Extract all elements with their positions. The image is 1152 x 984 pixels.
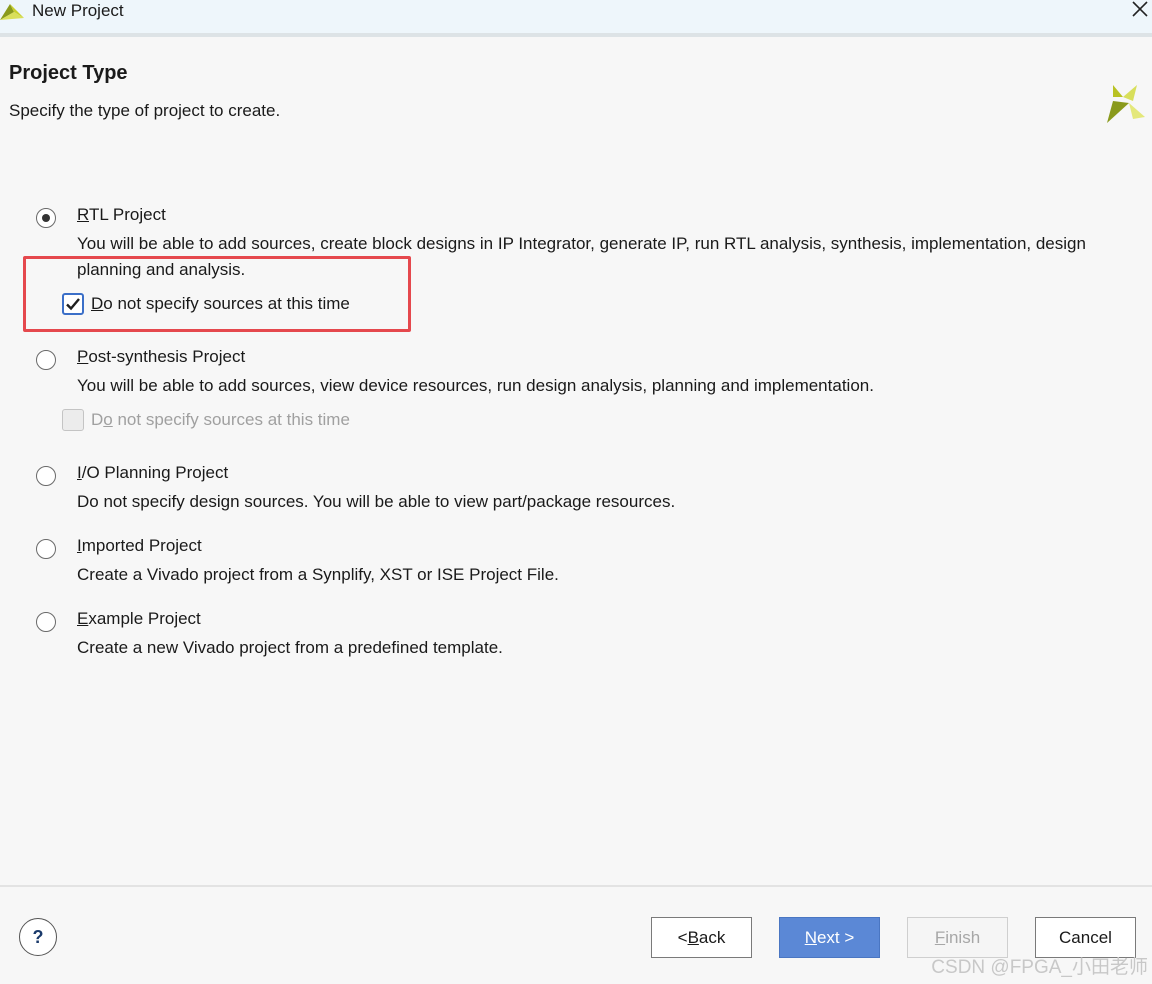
radio-example-project[interactable]: [36, 612, 56, 632]
page-subtitle: Specify the type of project to create.: [9, 101, 281, 120]
option-label-rtl-project: RTL Project: [77, 205, 166, 224]
next-button[interactable]: Next >: [779, 917, 880, 958]
option-description-post-synthesis: You will be able to add sources, view de…: [77, 376, 874, 395]
help-icon: ?: [32, 926, 44, 947]
option-description-rtl-project: You will be able to add sources, create …: [77, 234, 1086, 279]
page-title: Project Type: [9, 62, 128, 84]
option-description-imported: Create a Vivado project from a Synplify,…: [77, 565, 559, 584]
checkbox-post-synth-no-sources: [62, 409, 84, 431]
radio-io-planning-project[interactable]: [36, 466, 56, 486]
checkbox-label-post-synth-no-sources: Do not specify sources at this time: [91, 410, 350, 429]
xilinx-logo-icon: [1103, 81, 1147, 130]
option-label-imported: Imported Project: [77, 536, 202, 555]
option-label-io-planning: I/O Planning Project: [77, 463, 229, 482]
title-bar: New Project: [0, 0, 1152, 37]
radio-imported-project[interactable]: [36, 539, 56, 559]
radio-post-synthesis-project[interactable]: [36, 350, 56, 370]
option-description-io-planning: Do not specify design sources. You will …: [77, 492, 676, 511]
footer-divider: [0, 885, 1152, 887]
option-label-post-synthesis: Post-synthesis Project: [77, 347, 246, 366]
window-title: New Project: [32, 1, 124, 20]
checkmark-icon: [66, 298, 80, 311]
help-button[interactable]: ?: [19, 918, 57, 956]
watermark: CSDN @FPGA_小田老师: [931, 957, 1148, 978]
radio-rtl-project[interactable]: [36, 208, 56, 228]
checkbox-label-rtl-no-sources: Do not specify sources at this time: [91, 294, 350, 313]
checkbox-rtl-no-sources[interactable]: [62, 293, 84, 315]
close-icon: [1131, 0, 1149, 23]
back-button[interactable]: < Back: [651, 917, 752, 958]
option-label-example: Example Project: [77, 609, 201, 628]
vivado-logo-icon: [0, 0, 24, 27]
close-button[interactable]: [1128, 0, 1152, 22]
option-description-example: Create a new Vivado project from a prede…: [77, 638, 503, 657]
